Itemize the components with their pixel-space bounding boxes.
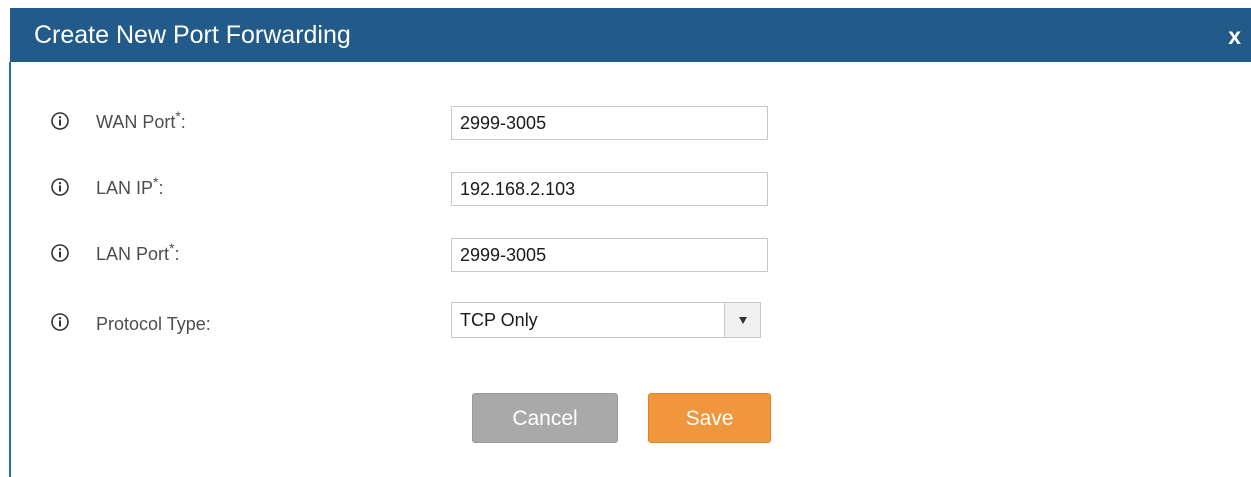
save-button[interactable]: Save	[648, 393, 771, 443]
lan-port-input[interactable]: 2999-3005	[451, 238, 768, 272]
info-icon[interactable]	[51, 244, 69, 262]
close-icon[interactable]: x	[1228, 24, 1241, 48]
lan-port-row: LAN Port*: 2999-3005	[0, 234, 1251, 274]
dialog-titlebar: Create New Port Forwarding x	[10, 8, 1251, 62]
cancel-button[interactable]: Cancel	[472, 393, 618, 443]
lan-ip-input[interactable]: 192.168.2.103	[451, 172, 768, 206]
info-icon[interactable]	[51, 313, 69, 331]
port-forwarding-dialog: Create New Port Forwarding x WAN Port*: …	[0, 0, 1251, 477]
dialog-title: Create New Port Forwarding	[34, 21, 351, 49]
dropdown-button[interactable]	[724, 303, 760, 337]
lan-ip-label: LAN IP*:	[96, 174, 164, 198]
protocol-selected-value: TCP Only	[460, 310, 538, 330]
lan-ip-row: LAN IP*: 192.168.2.103	[0, 168, 1251, 208]
wan-port-label: WAN Port*:	[96, 108, 186, 132]
protocol-type-select[interactable]: TCP Only	[451, 302, 761, 338]
lan-port-label: LAN Port*:	[96, 240, 180, 264]
info-icon[interactable]	[51, 178, 69, 196]
info-icon[interactable]	[51, 112, 69, 130]
chevron-down-icon	[739, 317, 747, 324]
wan-port-row: WAN Port*: 2999-3005	[0, 102, 1251, 142]
protocol-type-row: Protocol Type: TCP Only	[0, 300, 1251, 340]
wan-port-input[interactable]: 2999-3005	[451, 106, 768, 140]
protocol-type-label: Protocol Type:	[96, 314, 211, 334]
